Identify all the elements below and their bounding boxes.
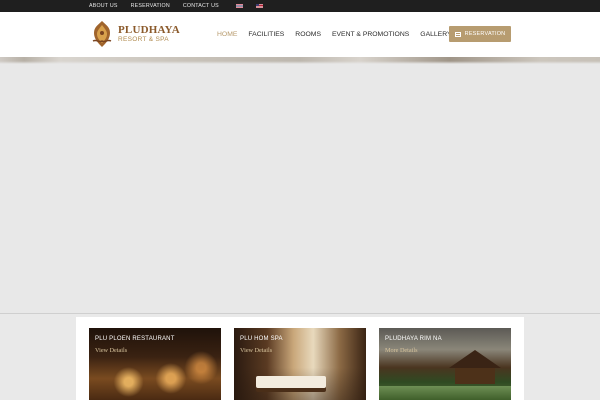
logo-subtitle: RESORT & SPA	[118, 35, 169, 43]
flag-thai-icon[interactable]	[235, 4, 243, 8]
feature-card-rim-na[interactable]: PLUDHAYA RIM NA More Details	[379, 328, 511, 400]
site-header: PLUDHAYA RESORT & SPA HOME FACILITIES RO…	[0, 12, 600, 57]
top-links: ABOUT US RESERVATION CONTACT US	[89, 0, 263, 12]
feature-title: PLU PLOEN RESTAURANT	[95, 336, 175, 342]
main-nav: HOME FACILITIES ROOMS EVENT & PROMOTIONS…	[217, 12, 452, 57]
nav-facilities[interactable]: FACILITIES	[248, 31, 284, 38]
site-logo[interactable]: PLUDHAYA RESORT & SPA	[89, 19, 180, 49]
feature-card-restaurant[interactable]: PLU PLOEN RESTAURANT View Details	[89, 328, 221, 400]
contact-us-link[interactable]: CONTACT US	[183, 3, 219, 9]
spa-bed-shape	[256, 376, 326, 388]
nav-rooms[interactable]: ROOMS	[295, 31, 321, 38]
reservation-link[interactable]: RESERVATION	[131, 3, 170, 9]
view-details-link[interactable]: View Details	[95, 347, 127, 354]
feature-title: PLU HOM SPA	[240, 336, 283, 342]
hero-image-edge	[0, 57, 600, 64]
calendar-icon	[454, 31, 461, 37]
reservation-button-label: RESERVATION	[464, 31, 506, 37]
hero-slider[interactable]	[0, 57, 600, 314]
garden-shape	[379, 386, 511, 400]
more-details-link[interactable]: More Details	[385, 347, 417, 354]
logo-wordmark: PLUDHAYA RESORT & SPA	[118, 23, 180, 44]
features-panel: PLU PLOEN RESTAURANT View Details PLU HO…	[76, 317, 524, 400]
nav-gallery[interactable]: GALLERY	[420, 31, 451, 38]
view-details-link[interactable]: View Details	[240, 347, 272, 354]
about-us-link[interactable]: ABOUT US	[89, 3, 118, 9]
top-utility-bar: ABOUT US RESERVATION CONTACT US	[0, 0, 600, 12]
logo-emblem-icon	[92, 21, 112, 47]
thai-house-roof-shape	[449, 350, 501, 368]
feature-title: PLUDHAYA RIM NA	[385, 336, 442, 342]
reservation-button[interactable]: RESERVATION	[449, 26, 511, 42]
feature-card-spa[interactable]: PLU HOM SPA View Details	[234, 328, 366, 400]
flag-english-icon[interactable]	[255, 4, 263, 8]
logo-title: PLUDHAYA	[118, 23, 180, 36]
thai-house-shape	[455, 368, 495, 384]
nav-event-promotions[interactable]: EVENT & PROMOTIONS	[332, 31, 409, 38]
nav-home[interactable]: HOME	[217, 31, 237, 38]
